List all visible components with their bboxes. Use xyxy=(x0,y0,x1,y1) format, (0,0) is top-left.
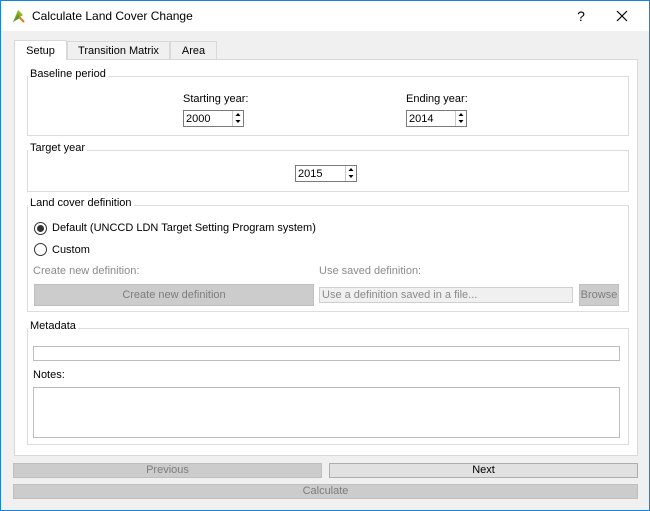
starting-year-label: Starting year: xyxy=(183,93,249,105)
create-new-definition-button[interactable]: Create new definition xyxy=(34,284,314,306)
spinbox-buttons xyxy=(345,166,356,181)
window-title: Calculate Land Cover Change xyxy=(32,9,193,23)
create-definition-label: Create new definition: xyxy=(33,265,140,277)
target-year-spinbox[interactable]: 2015 xyxy=(295,165,357,182)
notes-label: Notes: xyxy=(33,369,65,381)
close-icon xyxy=(616,10,628,22)
tab-area[interactable]: Area xyxy=(170,41,217,60)
starting-year-spinbox[interactable]: 2000 xyxy=(183,110,244,127)
notes-textarea[interactable] xyxy=(33,387,620,438)
spin-up-icon[interactable] xyxy=(346,166,356,173)
radio-selected-dot xyxy=(37,225,44,232)
tab-setup[interactable]: Setup xyxy=(14,40,67,60)
saved-definition-label: Use saved definition: xyxy=(319,265,422,277)
radio-default-label[interactable]: Default (UNCCD LDN Target Setting Progra… xyxy=(52,222,316,234)
setup-tab-panel: Baseline period Starting year: 2000 Endi… xyxy=(14,59,638,456)
tab-transition-matrix[interactable]: Transition Matrix xyxy=(67,41,170,60)
radio-custom-label[interactable]: Custom xyxy=(52,244,90,256)
ending-year-value: 2014 xyxy=(409,113,434,125)
qgis-logo-icon xyxy=(10,8,26,24)
close-button[interactable] xyxy=(607,5,637,27)
title-bar: Calculate Land Cover Change ? xyxy=(1,1,649,31)
radio-custom[interactable] xyxy=(34,243,47,256)
metadata-title: Metadata xyxy=(28,320,78,332)
spinbox-buttons xyxy=(232,111,243,126)
spin-down-icon[interactable] xyxy=(233,118,243,125)
next-button[interactable]: Next xyxy=(329,463,638,478)
dialog-window: Calculate Land Cover Change ? Setup Tran… xyxy=(0,0,650,511)
spin-down-icon[interactable] xyxy=(346,173,356,180)
browse-button[interactable]: Browse xyxy=(579,284,619,306)
baseline-period-title: Baseline period xyxy=(28,68,108,80)
previous-button[interactable]: Previous xyxy=(13,463,322,478)
target-year-value: 2015 xyxy=(298,168,323,180)
help-button[interactable]: ? xyxy=(571,5,591,27)
spin-up-icon[interactable] xyxy=(233,111,243,118)
radio-default[interactable] xyxy=(34,222,47,235)
ending-year-spinbox[interactable]: 2014 xyxy=(406,110,467,127)
starting-year-value: 2000 xyxy=(186,113,211,125)
land-cover-definition-title: Land cover definition xyxy=(28,197,134,209)
spin-up-icon[interactable] xyxy=(456,111,466,118)
baseline-period-group: Baseline period xyxy=(27,68,629,136)
ending-year-label: Ending year: xyxy=(406,93,468,105)
saved-definition-input[interactable]: Use a definition saved in a file... xyxy=(319,287,573,303)
metadata-title-input[interactable] xyxy=(33,346,620,361)
spin-down-icon[interactable] xyxy=(456,118,466,125)
calculate-button[interactable]: Calculate xyxy=(13,484,638,499)
spinbox-buttons xyxy=(455,111,466,126)
target-year-title: Target year xyxy=(28,142,88,154)
